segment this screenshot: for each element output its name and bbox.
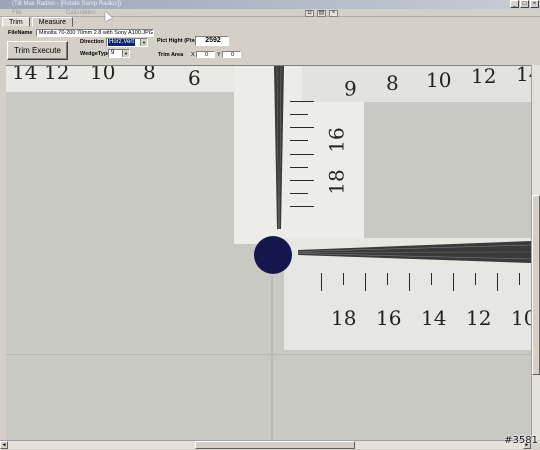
- ruler-number: 10: [90, 65, 116, 84]
- ruler-tick: [497, 273, 498, 291]
- wedge-type-label: WedgeType: [80, 51, 111, 57]
- ruler-number: 6: [344, 76, 357, 100]
- ruler-tick: [290, 114, 308, 115]
- ruler-number: 14: [12, 65, 38, 84]
- ruler-tick: [290, 154, 314, 155]
- focus-target-circle: [254, 236, 292, 274]
- watermark-label: #3581: [504, 435, 538, 446]
- horizontal-wedge: [298, 241, 531, 263]
- toolbar-icons: ◘ ▤ ×: [305, 10, 338, 17]
- ruler-number: 18: [331, 306, 357, 330]
- direction-value: Horz.Vert: [108, 39, 136, 46]
- ruler-tick: [365, 273, 366, 291]
- trim-panel: FileName Minolta 70-200 70mm 2.8 with So…: [0, 27, 540, 65]
- chevron-down-icon[interactable]: ▼: [140, 39, 147, 46]
- vertical-scroll-thumb[interactable]: [532, 195, 540, 375]
- minimize-button[interactable]: _: [510, 0, 519, 8]
- ruler-tick: [321, 273, 322, 291]
- ruler-tick: [290, 167, 308, 168]
- ruler-number: 18: [324, 169, 349, 195]
- wedge-type-value: 9: [111, 50, 115, 56]
- wedge-type-select[interactable]: 9 ▼: [108, 49, 130, 58]
- trim-y-field[interactable]: 0: [222, 51, 241, 58]
- ruler-tick: [387, 273, 388, 285]
- maximize-button[interactable]: □: [520, 0, 529, 8]
- ruler-number: 10: [426, 68, 452, 92]
- window-controls: _ □ ×: [510, 0, 539, 8]
- horizontal-scrollbar[interactable]: ◄ ►: [0, 440, 531, 449]
- ruler-tick: [431, 273, 432, 285]
- ruler-tick: [409, 273, 410, 291]
- ruler-tick: [453, 273, 454, 291]
- trim-y-label: Y: [217, 52, 221, 58]
- direction-select[interactable]: Horz.Vert ▼: [106, 38, 148, 47]
- vertical-wedge: [274, 66, 284, 229]
- trim-x-label: X: [191, 52, 195, 58]
- paper-seam: [6, 354, 531, 355]
- image-canvas[interactable]: 14 12 10 8 6 6 8 10 12 14 16 18 18 16 14…: [6, 65, 531, 440]
- ruler-tick: [519, 273, 520, 285]
- ruler-number: 10: [511, 306, 531, 330]
- ruler-tick: [343, 273, 344, 285]
- ruler-tick: [290, 206, 314, 207]
- pict-height-field[interactable]: 2592: [195, 36, 229, 46]
- document-icon[interactable]: ▤: [317, 10, 326, 17]
- ruler-tick: [475, 273, 476, 285]
- trim-x-field[interactable]: 0: [196, 51, 215, 58]
- ruler-number: 14: [516, 65, 531, 86]
- ruler-number: 14: [421, 306, 447, 330]
- ruler-number: 16: [324, 127, 349, 153]
- ruler-number: 12: [466, 306, 492, 330]
- menu-calculation[interactable]: Calculation: [66, 9, 96, 17]
- ruler-number: 8: [386, 71, 399, 95]
- close-doc-icon[interactable]: ×: [329, 10, 338, 17]
- ruler-tick: [290, 140, 308, 141]
- direction-label: Direction: [80, 39, 104, 45]
- trim-area-label: Trim Area: [158, 52, 184, 58]
- ruler-number: 12: [44, 65, 70, 84]
- filename-label: FileName: [8, 30, 33, 36]
- ruler-number: 16: [376, 306, 402, 330]
- ruler-number: 12: [471, 65, 497, 88]
- menu-bar: File Calculation ◘ ▤ ×: [0, 9, 540, 17]
- horizontal-scroll-thumb[interactable]: [195, 441, 355, 449]
- tab-trim[interactable]: Trim: [2, 17, 30, 27]
- title-bar[interactable]: (Tilt Max Radios - [Rotate Samp Radios])…: [0, 0, 540, 9]
- menu-file[interactable]: File: [12, 9, 22, 17]
- tab-strip: Trim Measure: [2, 17, 75, 27]
- ruler-number: 6: [188, 66, 201, 90]
- ruler-tick: [290, 101, 314, 102]
- trim-execute-button[interactable]: Trim Execute: [7, 41, 68, 60]
- ruler-tick: [290, 127, 314, 128]
- camera-icon[interactable]: ◘: [305, 10, 314, 17]
- chevron-down-icon[interactable]: ▼: [122, 50, 129, 57]
- ruler-paper-top-right: [302, 66, 531, 102]
- ruler-tick: [290, 180, 314, 181]
- paper-seam: [271, 276, 273, 440]
- ruler-paper-top-left: [6, 66, 238, 92]
- app-window: (Tilt Max Radios - [Rotate Samp Radios])…: [0, 0, 540, 450]
- vertical-scrollbar[interactable]: [531, 65, 540, 440]
- filename-field[interactable]: Minolta 70-200 70mm 2.8 with Sony A100.J…: [36, 29, 154, 37]
- window-title: (Tilt Max Radios - [Rotate Samp Radios]): [12, 1, 122, 7]
- ruler-number: 8: [143, 65, 156, 84]
- close-button[interactable]: ×: [530, 0, 539, 8]
- ruler-tick: [290, 193, 308, 194]
- scroll-left-arrow-icon[interactable]: ◄: [0, 441, 8, 449]
- tab-measure[interactable]: Measure: [31, 17, 73, 27]
